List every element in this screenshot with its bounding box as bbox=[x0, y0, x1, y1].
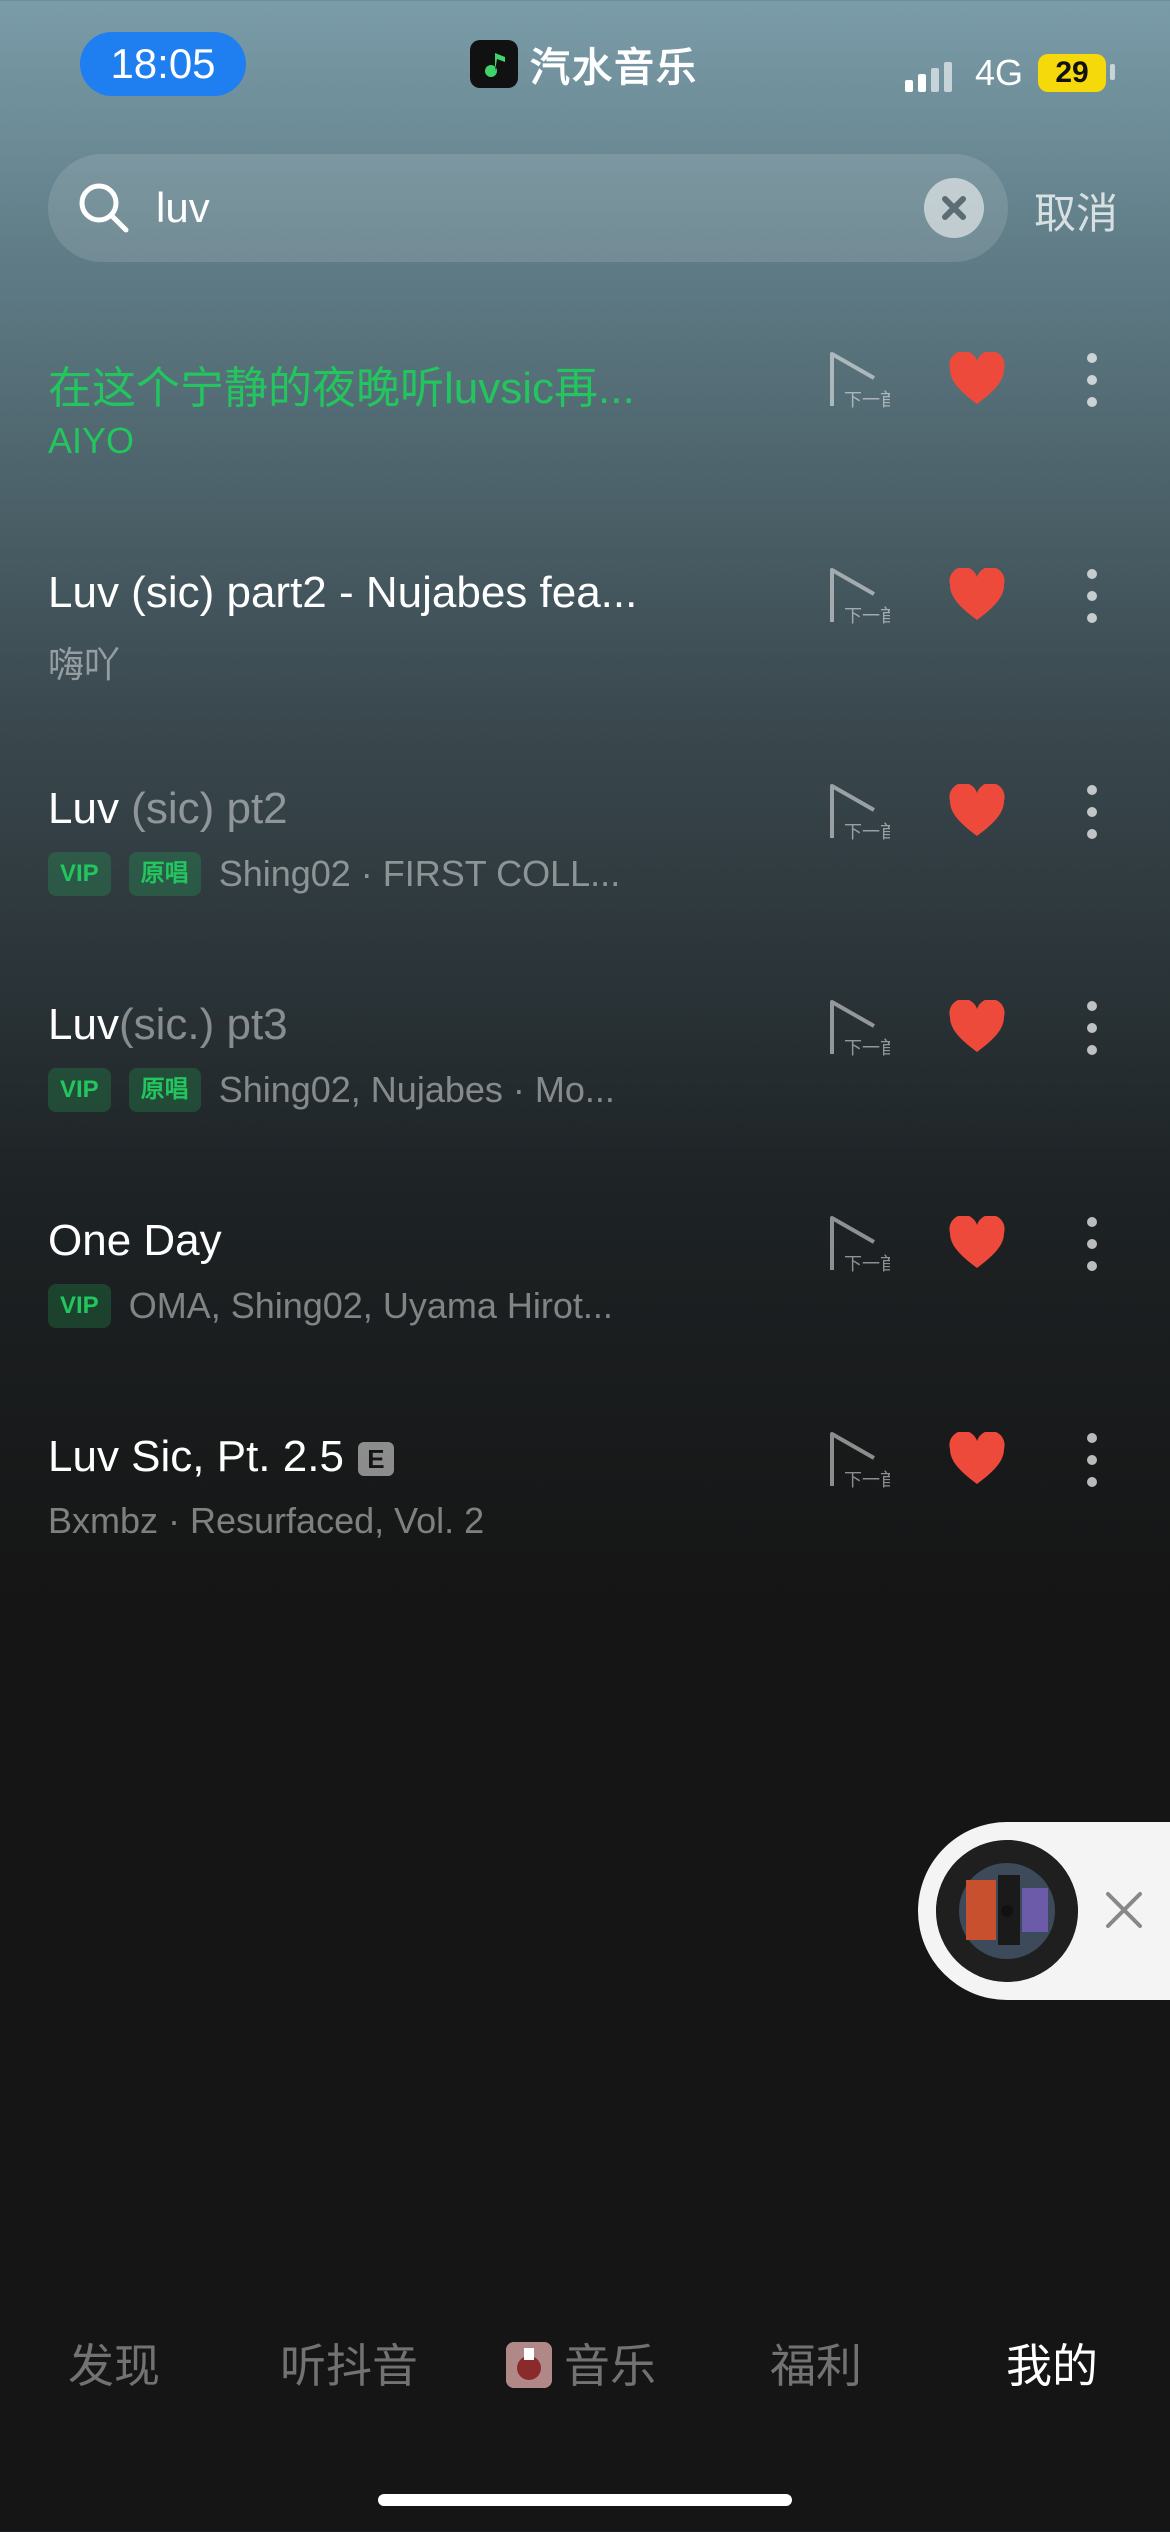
svg-text:下一首: 下一首 bbox=[844, 822, 890, 843]
play-next-icon[interactable]: 下一首 bbox=[826, 780, 890, 844]
play-next-icon[interactable]: 下一首 bbox=[826, 564, 890, 628]
search-input[interactable]: luv bbox=[156, 154, 956, 262]
song-row[interactable]: Luv (sic) pt2 VIP 原唱 Shing02 · FIRST COL… bbox=[0, 784, 1170, 1000]
app-name: 汽水音乐 bbox=[530, 46, 698, 90]
song-title: One Day bbox=[48, 1216, 222, 1265]
song-title: Luv (sic) part2 - Nujabes fea... bbox=[48, 568, 638, 617]
song-title: Luv (sic) pt2 bbox=[48, 784, 288, 833]
tab-douyin[interactable]: 听抖音 bbox=[280, 2330, 418, 2396]
close-icon[interactable] bbox=[1102, 1888, 1146, 1932]
svg-text:下一首: 下一首 bbox=[844, 1470, 890, 1491]
heart-icon[interactable] bbox=[948, 352, 1006, 406]
cancel-button[interactable]: 取消 bbox=[1034, 180, 1118, 241]
app-logo-icon bbox=[470, 40, 518, 88]
status-bar: 18:05 汽水音乐 4G 29 bbox=[0, 0, 1170, 130]
vip-badge: VIP bbox=[48, 852, 111, 896]
play-next-icon[interactable]: 下一首 bbox=[826, 348, 890, 412]
search-icon bbox=[79, 183, 129, 233]
song-row[interactable]: Luv(sic.) pt3 VIP 原唱 Shing02, Nujabes · … bbox=[0, 1000, 1170, 1216]
song-subtitle: VIP 原唱 Shing02, Nujabes · Mo... bbox=[48, 1068, 688, 1112]
album-disc[interactable] bbox=[936, 1840, 1078, 1982]
song-row[interactable]: 在这个宁静的夜晚听luvsic再... AIYO 下一首 bbox=[0, 352, 1170, 568]
song-title: 在这个宁静的夜晚听luvsic再... bbox=[48, 364, 635, 413]
heart-icon[interactable] bbox=[948, 1432, 1006, 1486]
song-title: Luv(sic.) pt3 bbox=[48, 1000, 288, 1049]
now-playing-thumb-icon bbox=[506, 2342, 552, 2388]
tab-mine[interactable]: 我的 bbox=[1006, 2330, 1098, 2396]
vip-badge: VIP bbox=[48, 1068, 111, 1112]
more-vertical-icon[interactable] bbox=[1080, 998, 1104, 1058]
svg-text:下一首: 下一首 bbox=[844, 1038, 890, 1059]
explicit-badge: E bbox=[357, 1442, 394, 1477]
song-subtitle: 嗨吖 bbox=[48, 644, 121, 685]
more-vertical-icon[interactable] bbox=[1080, 1214, 1104, 1274]
song-title: Luv Sic, Pt. 2.5 E bbox=[48, 1432, 688, 1482]
mini-player[interactable] bbox=[918, 1822, 1170, 2000]
tab-rewards[interactable]: 福利 bbox=[770, 2330, 862, 2396]
cellular-signal-icon bbox=[905, 62, 952, 92]
play-next-icon[interactable]: 下一首 bbox=[826, 1212, 890, 1276]
tab-music[interactable]: 音乐 bbox=[506, 2330, 656, 2396]
song-subtitle: AIYO bbox=[48, 420, 135, 461]
more-vertical-icon[interactable] bbox=[1080, 566, 1104, 626]
network-type: 4G bbox=[975, 52, 1024, 93]
tab-bar: 发现 听抖音 音乐 福利 我的 bbox=[0, 2300, 1170, 2420]
song-row[interactable]: One Day VIP OMA, Shing02, Uyama Hirot...… bbox=[0, 1216, 1170, 1432]
song-row[interactable]: Luv Sic, Pt. 2.5 E Bxmbz · Resurfaced, Vo… bbox=[0, 1432, 1170, 1648]
play-next-icon[interactable]: 下一首 bbox=[826, 1428, 890, 1492]
song-subtitle: Bxmbz · Resurfaced, Vol. 2 bbox=[48, 1500, 485, 1541]
original-badge: 原唱 bbox=[128, 1068, 201, 1112]
svg-text:下一首: 下一首 bbox=[844, 606, 890, 627]
battery-tip bbox=[1110, 64, 1115, 80]
more-vertical-icon[interactable] bbox=[1080, 350, 1104, 410]
song-subtitle: VIP OMA, Shing02, Uyama Hirot... bbox=[48, 1284, 688, 1328]
more-vertical-icon[interactable] bbox=[1080, 1430, 1104, 1490]
heart-icon[interactable] bbox=[948, 1216, 1006, 1270]
status-time: 18:05 bbox=[80, 32, 246, 96]
battery-level: 29 bbox=[1055, 56, 1089, 89]
vip-badge: VIP bbox=[48, 1284, 111, 1328]
clear-search-icon[interactable] bbox=[924, 178, 984, 238]
more-vertical-icon[interactable] bbox=[1080, 782, 1104, 842]
tab-music-label: 音乐 bbox=[564, 2340, 656, 2392]
home-indicator bbox=[378, 2494, 792, 2506]
play-next-icon[interactable]: 下一首 bbox=[826, 996, 890, 1060]
search-bar[interactable]: luv bbox=[48, 154, 1008, 262]
battery-icon: 29 bbox=[1038, 54, 1106, 92]
heart-icon[interactable] bbox=[948, 1000, 1006, 1054]
svg-text:下一首: 下一首 bbox=[844, 1254, 890, 1275]
app-brand: 汽水音乐 bbox=[470, 38, 698, 90]
svg-text:下一首: 下一首 bbox=[844, 390, 890, 411]
song-subtitle: VIP 原唱 Shing02 · FIRST COLL... bbox=[48, 852, 688, 896]
heart-icon[interactable] bbox=[948, 784, 1006, 838]
original-badge: 原唱 bbox=[128, 852, 201, 896]
heart-icon[interactable] bbox=[948, 568, 1006, 622]
song-row[interactable]: Luv (sic) part2 - Nujabes fea... 嗨吖 下一首 bbox=[0, 568, 1170, 784]
tab-discover[interactable]: 发现 bbox=[68, 2330, 160, 2396]
